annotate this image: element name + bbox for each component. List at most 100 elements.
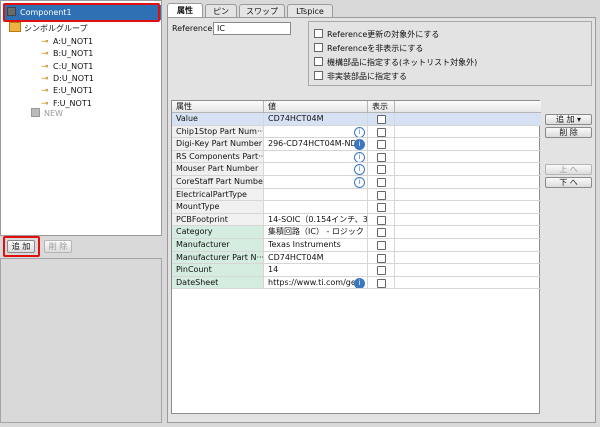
attribute-value-text: CD74HCT04M <box>268 252 324 262</box>
display-checkbox[interactable] <box>376 140 386 150</box>
column-header-attribute[interactable]: 属性 <box>172 101 264 113</box>
tree-item-new[interactable]: NEW <box>31 107 63 120</box>
attribute-value-cell[interactable]: Texas Instruments <box>264 239 368 252</box>
tree-item-symbol[interactable]: ⊸ D:U_NOT1 <box>41 72 94 85</box>
highlight-box-component <box>3 3 160 22</box>
display-checkbox[interactable] <box>376 165 386 175</box>
attribute-value-text: Texas Instruments <box>268 240 341 249</box>
display-cell <box>368 113 395 126</box>
checkbox-icon[interactable] <box>314 29 323 38</box>
option-not-mounted[interactable]: 非実装部品に指定する <box>314 71 407 82</box>
attribute-name-cell[interactable]: MountType <box>172 201 264 214</box>
attribute-name-cell[interactable]: Mouser Part Number <box>172 163 264 176</box>
info-icon[interactable]: i <box>354 126 365 138</box>
display-cell <box>368 276 395 290</box>
display-checkbox[interactable] <box>376 215 386 225</box>
display-checkbox[interactable] <box>376 115 386 124</box>
display-checkbox[interactable] <box>376 152 386 162</box>
info-icon[interactable]: i <box>354 151 365 163</box>
attribute-name-cell[interactable]: Value <box>172 113 264 126</box>
tree-item-symbol[interactable]: ⊸ B:U_NOT1 <box>41 47 93 60</box>
checkbox-icon[interactable] <box>314 71 323 80</box>
option-label: Referenceを非表示にする <box>327 44 424 53</box>
tree-item-group-label: シンボルグループ <box>24 24 88 33</box>
column-header-display[interactable]: 表示 <box>368 101 395 113</box>
attribute-value-text: 14-SOIC（0.154インチ、3.9 <box>268 214 368 224</box>
checkbox-icon[interactable] <box>314 57 323 66</box>
option-hide-reference[interactable]: Referenceを非表示にする <box>314 43 423 54</box>
attribute-value-cell[interactable]: 14 <box>264 264 368 277</box>
attribute-value-cell[interactable]: 296-CD74HCT04M-ND i <box>264 138 368 151</box>
tree-item-symbol[interactable]: ⊸ C:U_NOT1 <box>41 60 93 73</box>
info-icon[interactable]: i <box>354 139 365 150</box>
row-filler <box>395 189 541 202</box>
attribute-value-cell[interactable]: https://www.ti.com/gen i <box>264 276 368 290</box>
display-cell <box>368 239 395 252</box>
option-mechanical-part[interactable]: 機構部品に指定する(ネットリスト対象外) <box>314 57 477 68</box>
attribute-value-cell[interactable]: CD74HCT04M <box>264 251 368 265</box>
attribute-name-cell[interactable]: PCBFootprint <box>172 213 264 227</box>
display-checkbox[interactable] <box>376 266 386 276</box>
delete-attribute-button[interactable]: 削 除 <box>545 127 592 138</box>
display-cell <box>368 201 395 214</box>
row-filler <box>395 239 541 252</box>
attribute-name-cell[interactable]: ElectricalPartType <box>172 188 264 202</box>
row-filler <box>395 226 541 239</box>
attribute-name-cell[interactable]: RS Components Part··· <box>172 150 264 164</box>
move-down-button[interactable]: 下 へ <box>545 177 592 188</box>
component-tree[interactable]: Component1 シンボルグループ ⊸ A:U_NOT1 ⊸ B:U_NOT1 ⊸ C… <box>0 0 162 236</box>
attribute-value-cell[interactable] <box>264 201 368 214</box>
tab-attributes[interactable]: 属性 <box>167 3 203 18</box>
attribute-name-cell[interactable]: Digi-Key Part Number <box>172 138 264 151</box>
attribute-value-cell[interactable]: 14-SOIC（0.154インチ、3.9 <box>264 213 368 227</box>
attribute-value-cell[interactable]: i <box>264 163 368 176</box>
tree-item-symbol-group[interactable]: シンボルグループ <box>9 22 88 35</box>
attribute-name-cell[interactable]: Manufacturer <box>172 239 264 252</box>
attribute-value-cell[interactable]: i <box>264 176 368 189</box>
attribute-name-cell[interactable]: DateSheet <box>172 276 264 290</box>
display-cell <box>368 138 395 151</box>
option-label: Reference更新の対象外にする <box>327 30 440 39</box>
tab-swap[interactable]: スワップ <box>239 4 285 17</box>
display-checkbox[interactable] <box>376 203 386 213</box>
tree-item-symbol[interactable]: ⊸ A:U_NOT1 <box>41 35 93 48</box>
attribute-name-cell[interactable]: Manufacturer Part N··· <box>172 251 264 265</box>
tree-item-symbol-label: D:U_NOT1 <box>53 73 94 83</box>
tab-pins[interactable]: ピン <box>205 4 237 17</box>
display-cell <box>368 125 395 139</box>
delete-symbol-button[interactable]: 削 除 <box>44 240 72 253</box>
reference-input[interactable]: IC <box>213 22 291 35</box>
attribute-name-cell[interactable]: Chip1Stop Part Num··· <box>172 125 264 139</box>
display-cell <box>368 150 395 164</box>
attribute-table[interactable]: 属性 値 表示 Value CD74HCT04M Chip1Stop Part Nu… <box>171 100 541 414</box>
attribute-value-cell[interactable]: i <box>264 150 368 164</box>
display-checkbox[interactable] <box>376 278 386 288</box>
display-cell <box>368 251 395 265</box>
checkbox-icon[interactable] <box>314 43 323 52</box>
display-checkbox[interactable] <box>376 228 386 238</box>
add-attribute-button[interactable]: 追 加 ▾ <box>545 114 592 125</box>
info-icon[interactable]: i <box>354 164 365 175</box>
display-checkbox[interactable] <box>376 178 386 187</box>
attribute-name-cell[interactable]: Category <box>172 226 264 239</box>
attribute-value-cell[interactable]: i <box>264 125 368 139</box>
column-header-value[interactable]: 値 <box>264 101 368 113</box>
tab-ltspice[interactable]: LTspice <box>287 4 333 17</box>
attribute-value-cell[interactable]: 集積回路（IC） - ロジック - <box>264 226 368 239</box>
attribute-name-cell[interactable]: PinCount <box>172 264 264 277</box>
info-icon[interactable]: i <box>354 177 365 188</box>
info-icon[interactable]: i <box>354 277 365 289</box>
tree-item-symbol[interactable]: ⊸ E:U_NOT1 <box>41 84 93 97</box>
attribute-value-cell[interactable] <box>264 188 368 202</box>
move-up-button[interactable]: 上 へ <box>545 164 592 175</box>
attribute-name-cell[interactable]: CoreStaff Part Number <box>172 176 264 189</box>
display-checkbox[interactable] <box>376 253 386 263</box>
display-checkbox[interactable] <box>376 190 386 200</box>
display-checkbox[interactable] <box>376 127 386 137</box>
option-exclude-reference-update[interactable]: Reference更新の対象外にする <box>314 29 439 40</box>
display-checkbox[interactable] <box>376 241 386 250</box>
row-filler <box>395 277 541 290</box>
symbol-icon: ⊸ <box>41 73 49 84</box>
attribute-value-cell[interactable]: CD74HCT04M <box>264 113 368 126</box>
row-filler <box>395 264 541 277</box>
